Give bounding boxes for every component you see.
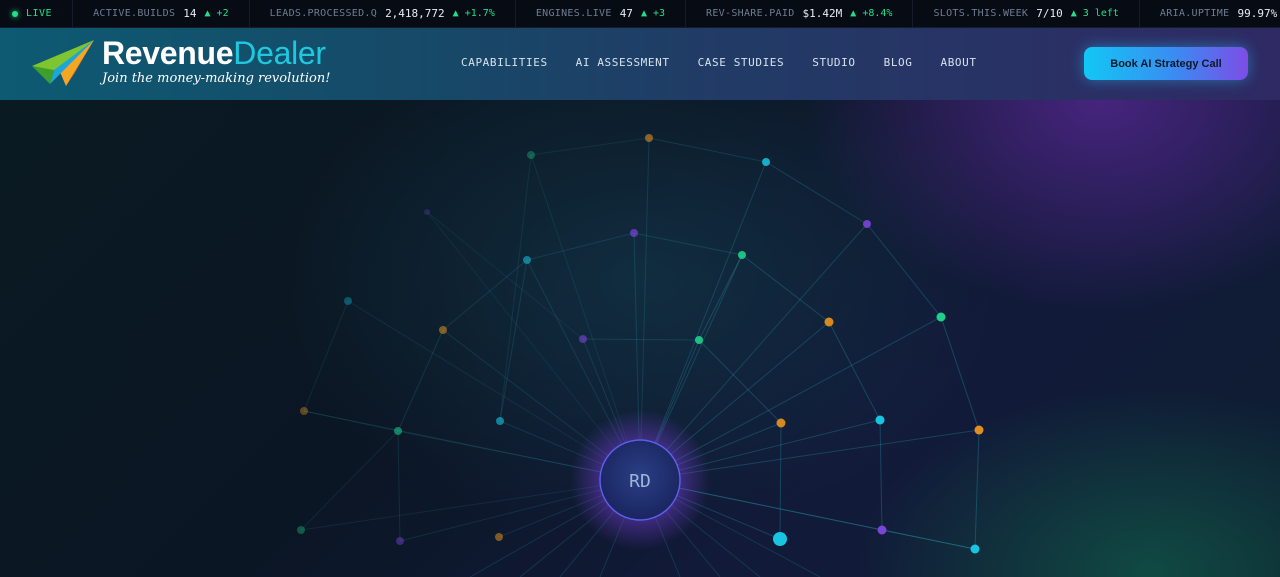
- network-link: [303, 300, 349, 412]
- ticker-delta: ▲ 3 left: [1070, 8, 1119, 19]
- ticker-item-engines-live: ENGINES.LIVE 47 ▲ +3: [516, 0, 687, 27]
- nav-item-capabilities[interactable]: CAPABILITIES: [461, 56, 548, 69]
- network-link: [530, 137, 650, 156]
- network-link: [499, 259, 528, 422]
- brand-name: RevenueDealer: [102, 36, 330, 70]
- ticker-value: 7/10: [1036, 7, 1063, 20]
- network-node: [936, 312, 946, 322]
- network-link: [582, 338, 700, 341]
- network-link: [499, 154, 532, 422]
- network-node: [776, 418, 786, 428]
- network-node: [695, 336, 703, 344]
- network-link: [698, 254, 743, 341]
- core-node: RD: [570, 410, 710, 550]
- network-link: [741, 254, 830, 323]
- network-node: [877, 525, 887, 535]
- brand-logo[interactable]: RevenueDealer Join the money-making revo…: [30, 36, 330, 88]
- ticker-label: SLOTS.THIS.WEEK: [933, 8, 1029, 19]
- ticker-label: LEADS.PROCESSED.Q: [269, 8, 378, 19]
- paper-plane-icon: [32, 40, 94, 86]
- network-node: [527, 151, 535, 159]
- ticker-label: ARIA.UPTIME: [1159, 8, 1230, 19]
- network-node: [424, 209, 430, 215]
- ticker-label: REV-SHARE.PAID: [706, 8, 795, 19]
- network-link: [648, 137, 767, 163]
- network-node: [762, 158, 770, 166]
- network-link: [974, 429, 980, 550]
- network-link: [698, 339, 782, 424]
- hero-network-visual: RD: [0, 100, 1280, 577]
- ticker-value: 14: [183, 7, 197, 20]
- network-node: [297, 526, 305, 534]
- network-link: [526, 232, 635, 261]
- ticker-delta: ▲ +8.4%: [850, 8, 893, 19]
- brand-name-dealer: Dealer: [233, 35, 326, 71]
- network-link: [879, 419, 883, 531]
- ticker-label: ACTIVE.BUILDS: [93, 8, 176, 19]
- network-link: [426, 211, 584, 340]
- nav-item-studio[interactable]: STUDIO: [812, 56, 855, 69]
- ticker-value: 2,418,772: [385, 7, 445, 20]
- site-header: RevenueDealer Join the money-making revo…: [0, 28, 1280, 100]
- ticker-value: 47: [619, 7, 633, 20]
- network-node: [863, 220, 871, 228]
- network-link: [881, 529, 976, 550]
- network-node: [394, 427, 402, 435]
- live-indicator: LIVE: [0, 0, 74, 27]
- ticker-item-active-builds: ACTIVE.BUILDS 14 ▲ +2: [73, 0, 250, 27]
- network-link: [866, 223, 942, 318]
- ticker-item-rev-share: REV-SHARE.PAID $1.42M ▲ +8.4%: [686, 0, 914, 27]
- network-node: [579, 335, 587, 343]
- ticker-value: 99.97%: [1237, 7, 1278, 20]
- network-node: [875, 415, 885, 425]
- network-node: [496, 417, 504, 425]
- nav-item-blog[interactable]: BLOG: [884, 56, 913, 69]
- ticker-item-leads-processed: LEADS.PROCESSED.Q 2,418,772 ▲ +1.7%: [250, 0, 516, 27]
- ticker-delta: ▲ +3: [640, 8, 666, 19]
- network-link: [779, 422, 782, 540]
- network-link: [303, 410, 399, 432]
- core-label: RD: [629, 471, 651, 492]
- network-node: [495, 533, 503, 541]
- network-node: [439, 326, 447, 334]
- ticker-item-slots: SLOTS.THIS.WEEK 7/10 ▲ 3 left: [913, 0, 1140, 27]
- network-node: [970, 544, 980, 554]
- ticker-item-aria-uptime: ARIA.UPTIME 99.97%: [1140, 0, 1280, 27]
- network-node: [396, 537, 404, 545]
- network-node: [630, 229, 638, 237]
- network-node: [523, 256, 531, 264]
- network-node: [645, 134, 653, 142]
- network-link: [828, 321, 881, 421]
- network-node: [824, 317, 834, 327]
- ticker-delta: ▲ +1.7%: [452, 8, 495, 19]
- nav-item-ai-assessment[interactable]: AI ASSESSMENT: [576, 56, 670, 69]
- book-strategy-call-button[interactable]: Book AI Strategy Call: [1084, 47, 1248, 80]
- network-link: [633, 232, 743, 256]
- ticker-label: ENGINES.LIVE: [535, 8, 612, 19]
- network-node: [344, 297, 352, 305]
- network-graph: RD: [297, 134, 984, 577]
- network-link: [765, 161, 868, 225]
- network-link: [940, 316, 980, 431]
- network-link: [300, 430, 399, 531]
- ticker-delta: ▲ +2: [204, 8, 229, 19]
- brand-tagline: Join the money-making revolution!: [102, 71, 331, 86]
- main-nav: CAPABILITIES AI ASSESSMENT CASE STUDIES …: [461, 56, 977, 69]
- network-link: [397, 430, 401, 542]
- network-node: [738, 251, 746, 259]
- nav-item-case-studies[interactable]: CASE STUDIES: [698, 56, 785, 69]
- live-dot-icon: [12, 10, 18, 17]
- brand-name-revenue: Revenue: [102, 35, 234, 71]
- ticker-value: $1.42M: [802, 7, 843, 20]
- network-node: [773, 532, 787, 546]
- stats-ticker: LIVE ACTIVE.BUILDS 14 ▲ +2 LEADS.PROCESS…: [0, 0, 1280, 28]
- network-node: [300, 407, 308, 415]
- live-label: LIVE: [26, 8, 53, 19]
- nav-item-about[interactable]: ABOUT: [940, 56, 976, 69]
- network-node: [974, 425, 984, 435]
